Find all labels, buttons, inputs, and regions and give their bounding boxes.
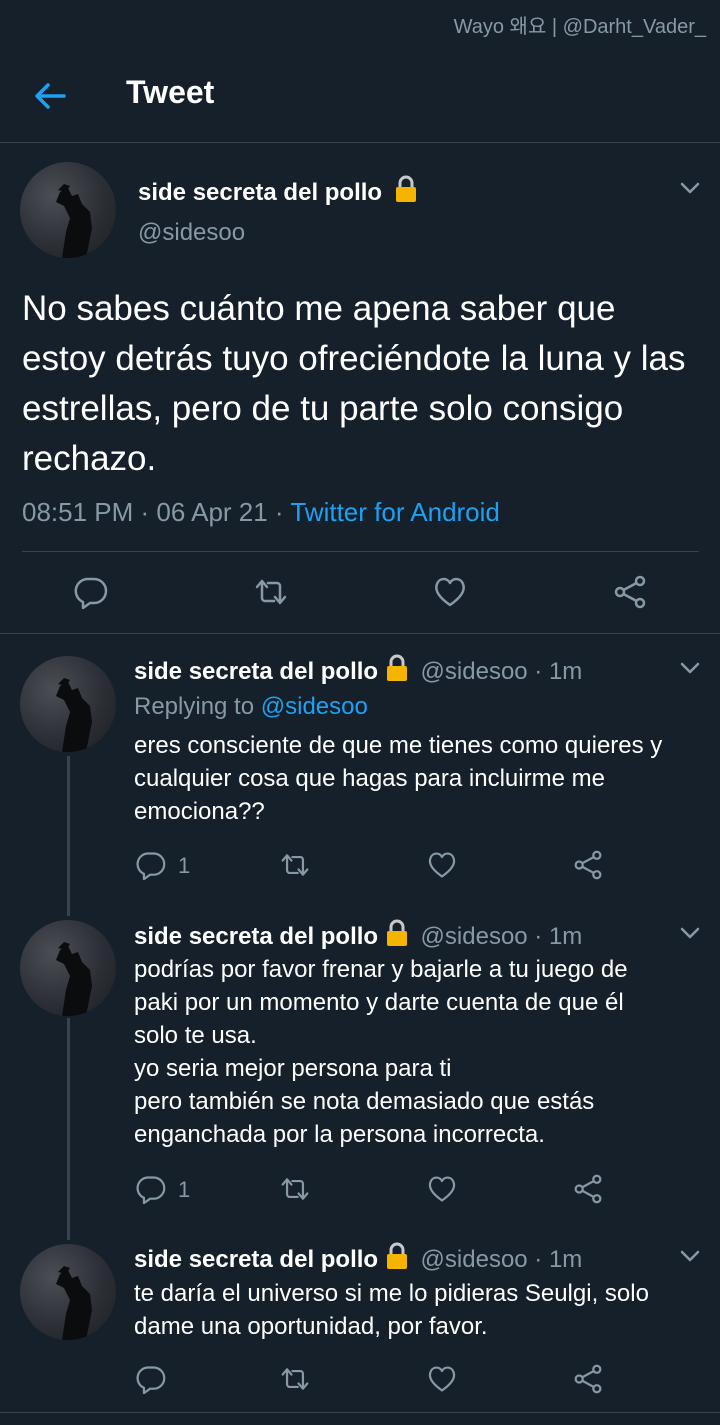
chevron-down-icon[interactable] (679, 177, 701, 199)
retweet-icon[interactable] (280, 850, 310, 880)
reply-header: side secreta del pollo @sidesoo · 1m (134, 919, 582, 951)
page-title: Tweet (126, 74, 215, 110)
avatar-silhouette-icon (56, 678, 92, 752)
reply-icon[interactable] (74, 575, 108, 609)
tweet-meta: 08:51 PM · 06 Apr 21 · Twitter for Andro… (22, 497, 500, 528)
author-name[interactable]: side secreta del pollo (138, 179, 382, 206)
lock-icon (395, 175, 416, 202)
reply-text-line: solo te usa. (134, 1022, 257, 1049)
reply-text: podrías por favor frenar y bajarle a tu … (134, 953, 714, 1151)
share-icon[interactable] (613, 575, 647, 609)
reply-icon[interactable] (136, 850, 166, 880)
like-icon[interactable] (427, 1364, 457, 1394)
like-icon[interactable] (427, 1174, 457, 1204)
tweet-source-link[interactable]: Twitter for Android (290, 497, 500, 527)
retweet-icon[interactable] (254, 575, 288, 609)
reply-count: 1 (178, 853, 191, 878)
author-name[interactable]: side secreta del pollo (134, 658, 378, 685)
author-handle-time[interactable]: @sidesoo · 1m (421, 1246, 583, 1273)
avatar-silhouette-icon (56, 1266, 92, 1340)
author-handle-time[interactable]: @sidesoo · 1m (421, 923, 583, 950)
tweet-timestamp: 08:51 PM · 06 Apr 21 · (22, 497, 291, 527)
avatar[interactable] (20, 920, 116, 1016)
retweet-icon[interactable] (280, 1174, 310, 1204)
share-icon[interactable] (573, 1174, 603, 1204)
replying-to: Replying to @sidesoo (134, 693, 368, 721)
reply-header: side secreta del pollo @sidesoo · 1m (134, 654, 582, 686)
bottom-divider (0, 1412, 720, 1413)
author-name-row[interactable]: side secreta del pollo (138, 175, 417, 207)
reply-header: side secreta del pollo @sidesoo · 1m (134, 1242, 582, 1274)
reply-count: 1 (178, 1177, 191, 1202)
tweet-text: No sabes cuánto me apena saber que estoy… (22, 289, 686, 478)
back-arrow-icon[interactable] (30, 76, 70, 116)
meta-divider (22, 551, 699, 552)
reply-text-line: pero también se nota demasiado que estás (134, 1088, 595, 1115)
share-icon[interactable] (573, 850, 603, 880)
reply-text-line: podrías por favor frenar y bajarle a tu … (134, 956, 628, 983)
lock-icon (387, 654, 408, 681)
retweet-icon[interactable] (280, 1364, 310, 1394)
main-tweet-divider (0, 633, 720, 634)
lock-icon (387, 919, 408, 946)
reply-text: te daría el universo si me lo pidieras S… (134, 1280, 649, 1340)
like-icon[interactable] (427, 850, 457, 880)
avatar-silhouette-icon (56, 184, 92, 258)
like-icon[interactable] (433, 575, 467, 609)
reply-text-line: paki por un momento y darte cuenta de qu… (134, 989, 624, 1016)
header-divider (0, 142, 720, 143)
chevron-down-icon[interactable] (679, 922, 701, 944)
author-handle[interactable]: @sidesoo (138, 219, 245, 247)
replying-to-link[interactable]: @sidesoo (261, 693, 368, 720)
avatar[interactable] (20, 1244, 116, 1340)
reply-text-line: enganchada por la persona incorrecta. (134, 1121, 545, 1148)
reply-text: eres consciente de que me tienes como qu… (134, 732, 663, 825)
author-name[interactable]: side secreta del pollo (134, 1246, 378, 1273)
lock-icon (387, 1242, 408, 1269)
thread-line (67, 756, 70, 916)
reply-icon[interactable] (136, 1174, 166, 1204)
avatar-silhouette-icon (56, 942, 92, 1016)
avatar[interactable] (20, 162, 116, 258)
thread-line (67, 1018, 70, 1240)
chevron-down-icon[interactable] (679, 1245, 701, 1267)
avatar[interactable] (20, 656, 116, 752)
reply-text-line: yo seria mejor persona para ti (134, 1055, 452, 1082)
author-name[interactable]: side secreta del pollo (134, 923, 378, 950)
reply-icon[interactable] (136, 1364, 166, 1394)
chevron-down-icon[interactable] (679, 657, 701, 679)
watermark-text: Wayo 왜요 | @Darht_Vader_ (453, 16, 706, 38)
author-handle-time[interactable]: @sidesoo · 1m (421, 658, 583, 685)
replying-to-label: Replying to (134, 693, 261, 720)
share-icon[interactable] (573, 1364, 603, 1394)
